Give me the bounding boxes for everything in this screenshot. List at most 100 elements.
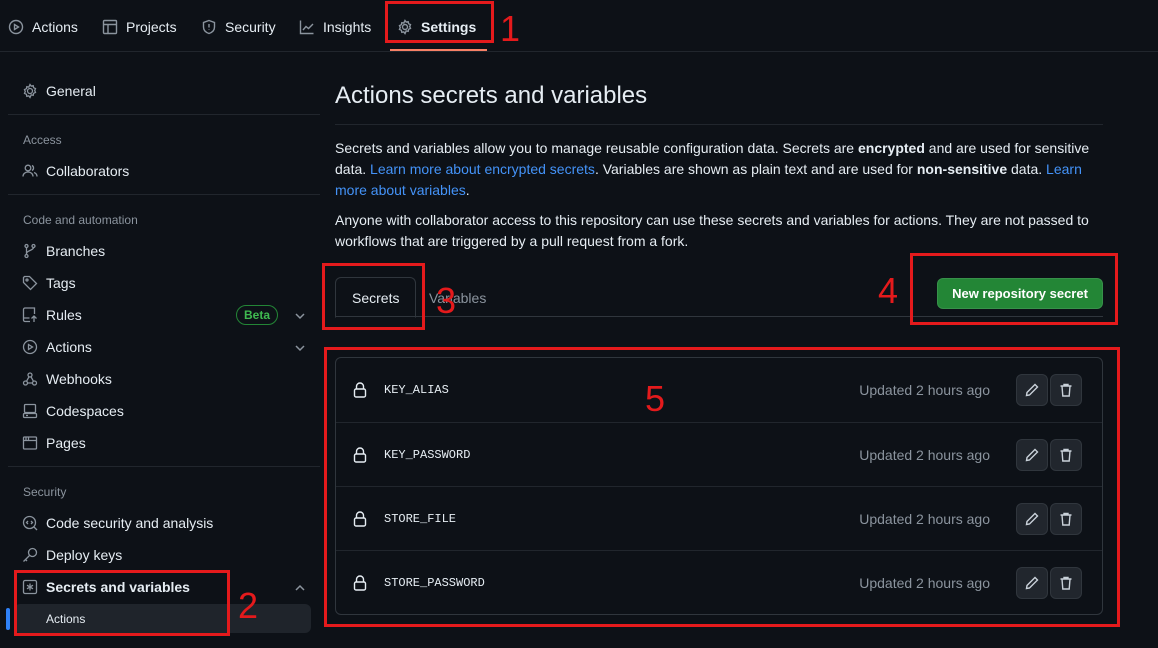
sidebar-item-branches[interactable]: Branches bbox=[22, 237, 306, 265]
sidebar-heading-security: Security bbox=[23, 485, 67, 499]
new-repository-secret-button[interactable]: New repository secret bbox=[937, 278, 1103, 309]
sidebar-heading-code-automation: Code and automation bbox=[23, 213, 138, 227]
sidebar-item-label: Webhooks bbox=[46, 371, 112, 387]
secret-name: KEY_PASSWORD bbox=[384, 448, 471, 462]
pencil-icon bbox=[1025, 448, 1039, 462]
learn-more-secrets-link[interactable]: Learn more about encrypted secrets bbox=[370, 161, 595, 177]
pencil-icon bbox=[1025, 512, 1039, 526]
trash-icon bbox=[1060, 448, 1072, 462]
secret-name: KEY_ALIAS bbox=[384, 383, 449, 397]
updated-time: Updated 2 hours ago bbox=[859, 382, 990, 398]
sidebar-heading-access: Access bbox=[23, 133, 62, 147]
sidebar-item-label: Collaborators bbox=[46, 163, 130, 179]
sidebar-divider bbox=[8, 466, 320, 467]
tab-label: Secrets bbox=[352, 289, 400, 306]
secret-row: KEY_PASSWORD Updated 2 hours ago bbox=[336, 422, 1102, 486]
desc-bold: non-sensitive bbox=[916, 161, 1008, 177]
chevron-down-icon[interactable] bbox=[294, 309, 306, 321]
updated-time: Updated 2 hours ago bbox=[859, 511, 990, 527]
people-icon bbox=[22, 164, 38, 177]
sidebar-item-label: Codespaces bbox=[46, 403, 124, 419]
updated-time: Updated 2 hours ago bbox=[859, 447, 990, 463]
tab-variables[interactable]: Variables bbox=[413, 277, 502, 318]
tab-projects[interactable]: Projects bbox=[102, 10, 177, 44]
secret-row: STORE_FILE Updated 2 hours ago bbox=[336, 486, 1102, 550]
lock-icon bbox=[353, 575, 367, 591]
edit-secret-button[interactable] bbox=[1016, 439, 1048, 471]
desc-bold: encrypted bbox=[857, 140, 925, 156]
active-indicator bbox=[6, 608, 10, 630]
sidebar-item-codespaces[interactable]: Codespaces bbox=[22, 397, 306, 425]
sidebar-item-label: Secrets and variables bbox=[46, 579, 190, 595]
secret-row: STORE_PASSWORD Updated 2 hours ago bbox=[336, 550, 1102, 614]
tab-label: Variables bbox=[429, 289, 487, 306]
sidebar-item-pages[interactable]: Pages bbox=[22, 429, 306, 457]
delete-secret-button[interactable] bbox=[1050, 567, 1082, 599]
sidebar-item-label: Pages bbox=[46, 435, 86, 451]
edit-secret-button[interactable] bbox=[1016, 567, 1048, 599]
sidebar-item-webhooks[interactable]: Webhooks bbox=[22, 365, 306, 393]
trash-icon bbox=[1060, 383, 1072, 397]
tab-label: Projects bbox=[126, 19, 177, 35]
chevron-down-icon[interactable] bbox=[294, 341, 306, 353]
secret-name: STORE_PASSWORD bbox=[384, 576, 485, 590]
sidebar-item-actions[interactable]: Actions bbox=[22, 333, 306, 361]
sidebar-item-label: Rules bbox=[46, 307, 82, 323]
sidebar-item-label: Code security and analysis bbox=[46, 515, 214, 531]
active-tab-indicator bbox=[390, 49, 487, 51]
tag-icon bbox=[22, 275, 38, 291]
shield-icon bbox=[202, 19, 216, 35]
desc-text: . Variables are shown as plain text and … bbox=[594, 161, 917, 177]
key-icon bbox=[23, 547, 38, 562]
collaborator-note: Anyone with collaborator access to this … bbox=[335, 212, 1089, 249]
tab-label: Insights bbox=[323, 19, 372, 35]
webhook-icon bbox=[22, 372, 38, 386]
trash-icon bbox=[1060, 512, 1072, 526]
tab-label: Settings bbox=[421, 19, 477, 35]
page-title: Actions secrets and variables bbox=[335, 82, 648, 109]
tab-actions[interactable]: Actions bbox=[8, 10, 78, 44]
lock-icon bbox=[353, 382, 367, 398]
updated-time: Updated 2 hours ago bbox=[859, 575, 990, 591]
sidebar-divider bbox=[8, 114, 320, 115]
edit-secret-button[interactable] bbox=[1016, 503, 1048, 535]
sidebar-item-collaborators[interactable]: Collaborators bbox=[22, 157, 306, 185]
delete-secret-button[interactable] bbox=[1050, 374, 1082, 406]
sidebar-item-label: Tags bbox=[46, 275, 76, 291]
pencil-icon bbox=[1025, 383, 1039, 397]
gear-icon bbox=[398, 19, 412, 35]
pencil-icon bbox=[1025, 576, 1039, 590]
edit-secret-button[interactable] bbox=[1016, 374, 1048, 406]
tab-security[interactable]: Security bbox=[201, 10, 276, 44]
desc-text: . bbox=[465, 182, 470, 198]
tab-label: Security bbox=[225, 19, 276, 35]
sidebar-item-secrets-and-variables[interactable]: Secrets and variables bbox=[22, 573, 306, 601]
tab-insights[interactable]: Insights bbox=[299, 10, 371, 44]
tab-secrets[interactable]: Secrets bbox=[335, 277, 417, 318]
codespaces-icon bbox=[22, 403, 38, 419]
secret-name: STORE_FILE bbox=[384, 512, 457, 526]
sidebar-subitem-label: Actions bbox=[46, 612, 86, 626]
play-icon bbox=[8, 19, 24, 35]
tab-settings[interactable]: Settings bbox=[397, 10, 476, 44]
sidebar-item-rules[interactable]: Rules Beta bbox=[22, 301, 306, 329]
delete-secret-button[interactable] bbox=[1050, 439, 1082, 471]
description: Secrets and variables allow you to manag… bbox=[335, 138, 1103, 201]
desc-text: data. bbox=[1007, 161, 1047, 177]
secret-row: KEY_ALIAS Updated 2 hours ago bbox=[336, 358, 1102, 422]
sidebar-item-tags[interactable]: Tags bbox=[22, 269, 306, 297]
sidebar-item-label: General bbox=[46, 83, 96, 99]
gear-icon bbox=[23, 83, 37, 99]
repo-nav: Actions Projects Security Insights Setti… bbox=[0, 0, 1158, 52]
sidebar-item-general[interactable]: General bbox=[22, 77, 306, 105]
repo-push-icon bbox=[22, 307, 37, 323]
asterisk-icon bbox=[22, 579, 38, 595]
sidebar-item-code-security[interactable]: Code security and analysis bbox=[22, 509, 306, 537]
table-icon bbox=[102, 19, 118, 35]
delete-secret-button[interactable] bbox=[1050, 503, 1082, 535]
chevron-up-icon[interactable] bbox=[294, 581, 306, 593]
sidebar-divider bbox=[8, 194, 320, 195]
title-divider bbox=[335, 124, 1103, 125]
sidebar-subitem-actions[interactable]: Actions bbox=[14, 604, 311, 633]
sidebar-item-deploy-keys[interactable]: Deploy keys bbox=[22, 541, 306, 569]
